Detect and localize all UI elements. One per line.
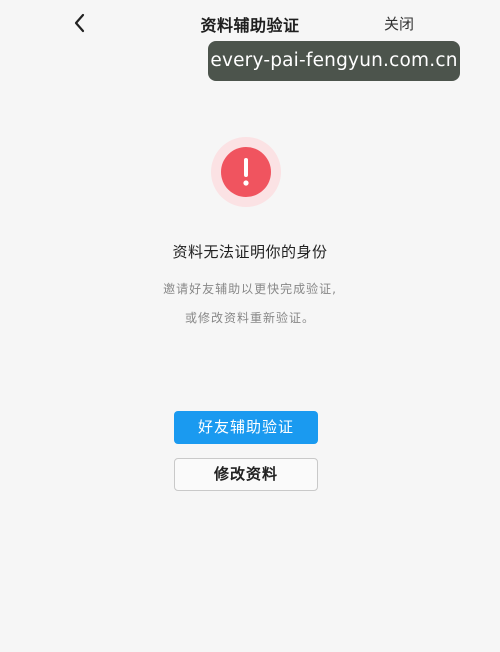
- description-line-1: 邀请好友辅助以更快完成验证,: [163, 282, 337, 296]
- description-line-2: 或修改资料重新验证。: [184, 311, 315, 325]
- close-button[interactable]: 关闭: [384, 13, 414, 34]
- exclamation-icon: [221, 147, 271, 197]
- status-headline: 资料无法证明你的身份: [172, 243, 328, 261]
- page-title: 资料辅助验证: [200, 16, 300, 35]
- edit-profile-button[interactable]: 修改资料: [174, 458, 318, 491]
- alert-icon-halo: [211, 137, 281, 207]
- friend-assist-verify-button[interactable]: 好友辅助验证: [174, 411, 318, 444]
- watermark-badge: every-pai-fengyun.com.cn: [208, 41, 460, 81]
- verification-screen: 资料辅助验证 关闭 every-pai-fengyun.com.cn 资料无法证…: [0, 0, 500, 652]
- navigation-bar: 资料辅助验证 关闭: [0, 0, 500, 46]
